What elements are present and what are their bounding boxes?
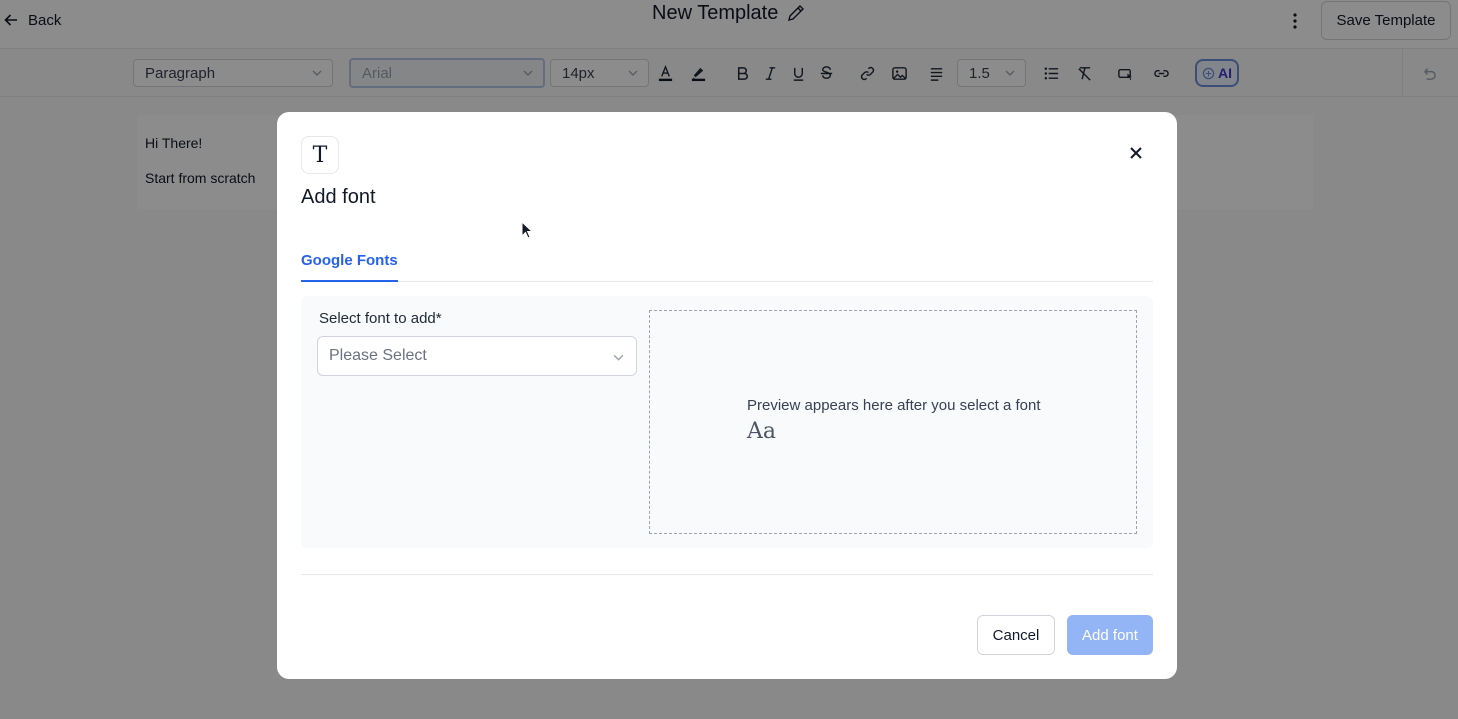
close-icon[interactable] bbox=[1125, 142, 1147, 164]
add-font-dialog: T Add font Google Fonts Select font to a… bbox=[277, 112, 1177, 679]
font-preview-box: Preview appears here after you select a … bbox=[649, 310, 1137, 534]
preview-sample: Aa bbox=[747, 419, 777, 444]
mouse-cursor-icon bbox=[521, 221, 533, 239]
font-select-label: Select font to add* bbox=[319, 310, 442, 327]
font-selection-panel: Select font to add* Please Select Previe… bbox=[301, 296, 1153, 548]
font-source-tabs: Google Fonts bbox=[301, 248, 1153, 282]
chevron-down-icon bbox=[613, 354, 624, 361]
preview-hint: Preview appears here after you select a … bbox=[747, 397, 1041, 414]
font-type-icon: T bbox=[301, 136, 339, 174]
font-select-dropdown[interactable]: Please Select bbox=[317, 336, 637, 376]
footer-divider bbox=[301, 574, 1153, 575]
font-select-placeholder: Please Select bbox=[329, 347, 427, 364]
add-font-button[interactable]: Add font bbox=[1067, 615, 1153, 655]
dialog-title: Add font bbox=[301, 186, 376, 208]
tab-google-fonts[interactable]: Google Fonts bbox=[301, 248, 398, 282]
cancel-button[interactable]: Cancel bbox=[977, 615, 1055, 655]
